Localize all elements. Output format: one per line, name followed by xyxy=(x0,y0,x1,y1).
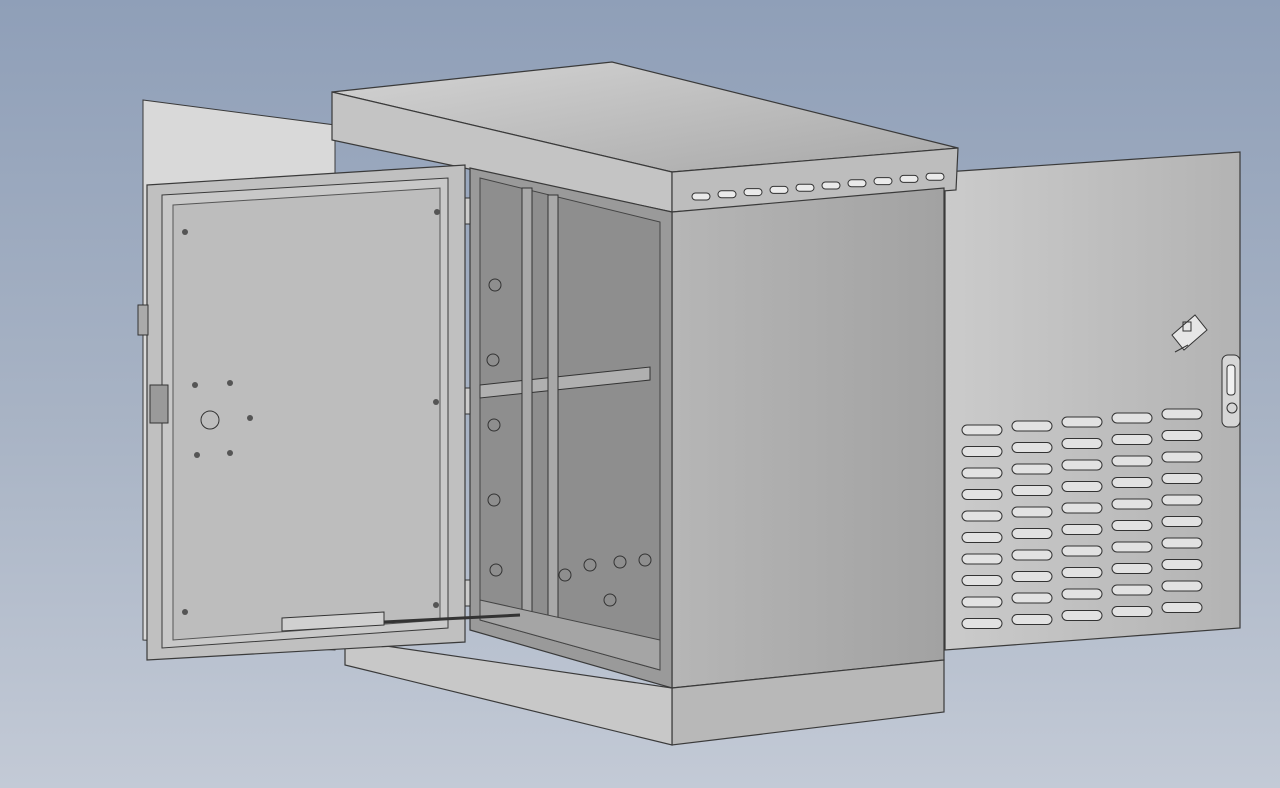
fixing-hole xyxy=(182,229,188,235)
cabinet-model[interactable] xyxy=(0,0,1280,788)
side-door[interactable] xyxy=(944,151,1241,651)
vent-slot xyxy=(1161,408,1203,420)
fixing-hole xyxy=(182,609,188,615)
vent-slot xyxy=(1161,537,1203,549)
vent-slot xyxy=(1111,563,1153,574)
vent-slot xyxy=(1061,438,1103,449)
vent-slot xyxy=(1161,473,1203,484)
vent-slot xyxy=(1011,506,1053,518)
vent-slot xyxy=(1061,524,1103,535)
vent-slot xyxy=(1011,614,1053,625)
vent-slot xyxy=(1061,610,1103,621)
vent-slot xyxy=(1061,481,1103,492)
vent-slot xyxy=(1111,584,1153,596)
vent-slot xyxy=(1061,567,1103,578)
vent-slot xyxy=(1161,559,1203,570)
front-door[interactable] xyxy=(137,164,521,661)
vent-slot xyxy=(1161,430,1203,441)
vent-slot xyxy=(1111,498,1153,510)
vent-slot xyxy=(1111,455,1153,467)
vent-slot xyxy=(1161,602,1203,613)
vent-slot xyxy=(1111,606,1153,617)
top-vent-slot xyxy=(925,172,945,181)
door-handle-icon[interactable] xyxy=(1221,354,1241,428)
fixing-hole xyxy=(247,415,253,421)
vent-slot xyxy=(1111,434,1153,445)
vent-slot xyxy=(1161,580,1203,592)
fixing-hole xyxy=(434,209,440,215)
vent-slot xyxy=(1061,545,1103,557)
vent-slot xyxy=(1061,588,1103,600)
vent-slot xyxy=(1061,502,1103,514)
vent-slot xyxy=(1011,442,1053,453)
vent-slot xyxy=(1161,516,1203,527)
top-vent-slot xyxy=(691,192,711,201)
vent-slot xyxy=(961,618,1003,629)
vent-slot xyxy=(1111,412,1153,424)
fixing-hole xyxy=(227,380,233,386)
top-vent-slot xyxy=(821,181,841,190)
cabinet-side-wall xyxy=(671,187,945,689)
vent-slot xyxy=(1111,520,1153,531)
vent-slot xyxy=(961,424,1003,436)
top-vent-slot xyxy=(743,188,763,197)
vent-slot xyxy=(1061,416,1103,428)
top-vent-slot xyxy=(717,190,737,199)
vent-slot xyxy=(1111,477,1153,488)
vent-slot xyxy=(961,510,1003,522)
fixing-hole xyxy=(192,382,198,388)
top-vent-slot xyxy=(795,183,815,192)
fixing-hole xyxy=(194,452,200,458)
vent-slot xyxy=(961,446,1003,457)
cad-viewport[interactable] xyxy=(0,0,1280,788)
top-vent-slot xyxy=(847,179,867,188)
vent-slot xyxy=(1011,485,1053,496)
vent-slot xyxy=(1111,541,1153,553)
fixing-hole xyxy=(227,450,233,456)
vent-slot xyxy=(1011,592,1053,604)
vent-slot xyxy=(1011,420,1053,432)
top-vent-slot xyxy=(899,174,919,183)
latch-icon[interactable] xyxy=(149,384,169,424)
vent-slot xyxy=(1011,549,1053,561)
fixing-hole xyxy=(433,399,439,405)
vent-slot xyxy=(1011,571,1053,582)
vent-slot xyxy=(961,532,1003,543)
top-vent-slot xyxy=(873,177,893,186)
top-vent-slot xyxy=(769,185,789,194)
vent-slot xyxy=(961,489,1003,500)
vent-slot xyxy=(1011,463,1053,475)
vent-slot xyxy=(1161,494,1203,506)
vent-slot xyxy=(1061,459,1103,471)
vent-slot xyxy=(961,596,1003,608)
vent-slot xyxy=(961,553,1003,565)
vent-slot xyxy=(961,575,1003,586)
vent-slot xyxy=(1011,528,1053,539)
vent-slot xyxy=(1161,451,1203,463)
fixing-hole xyxy=(433,602,439,608)
vent-slot xyxy=(961,467,1003,479)
cabinet-interior xyxy=(457,167,673,689)
